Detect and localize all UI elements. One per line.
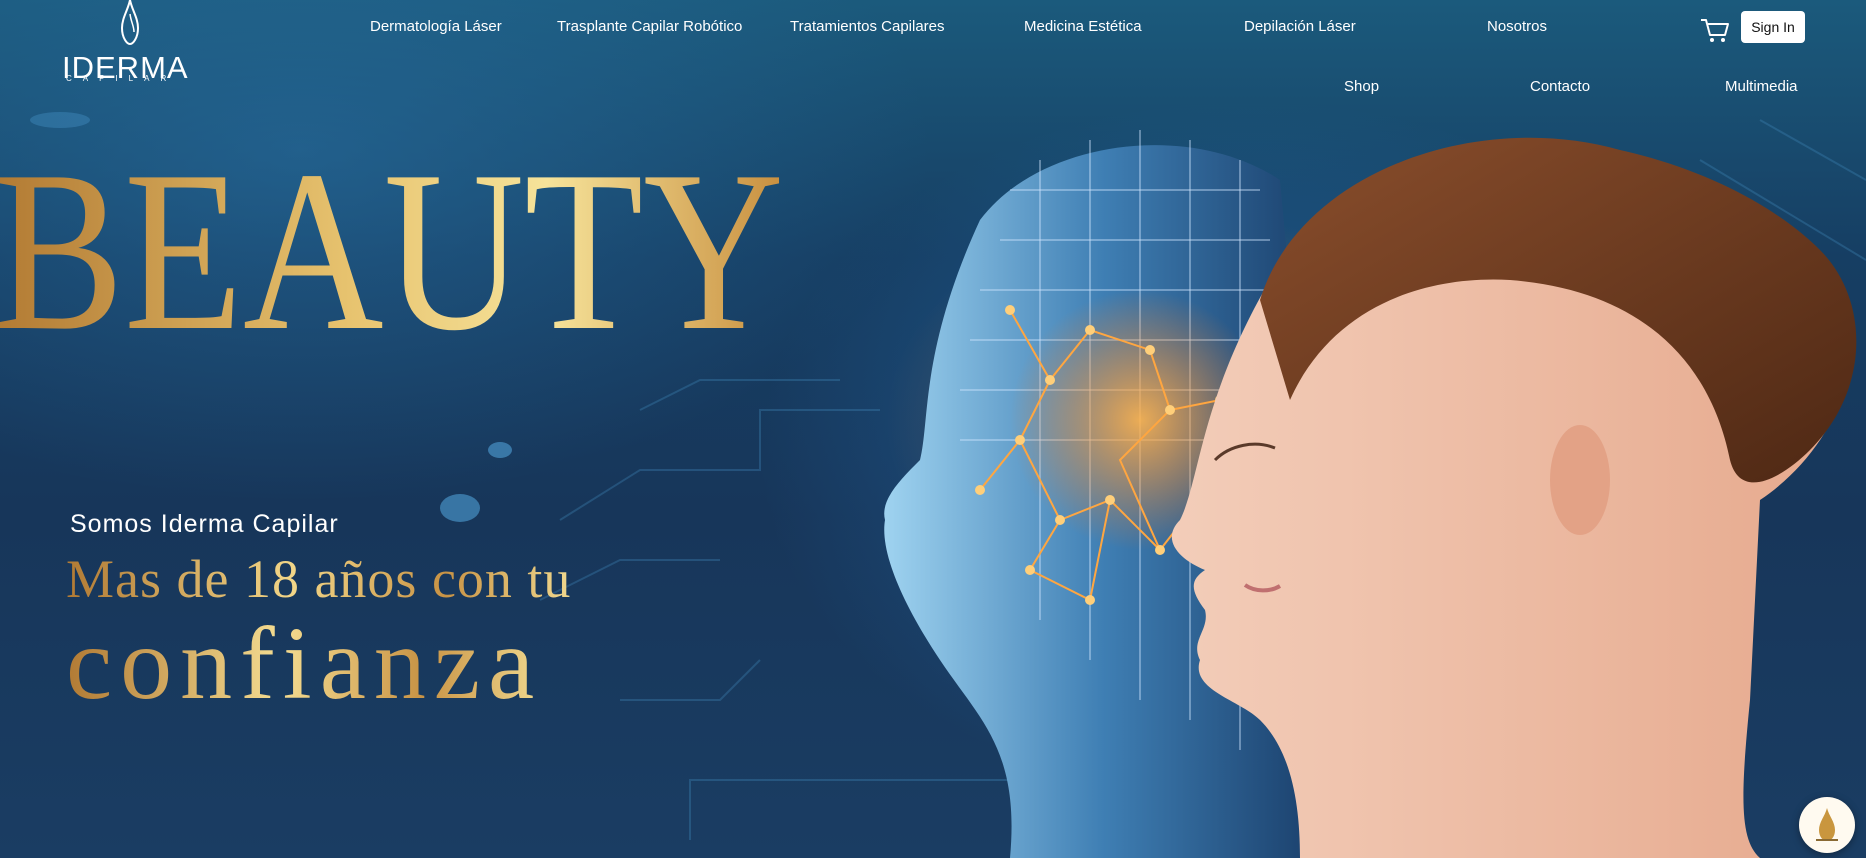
logo-sub: CAPILAR xyxy=(66,74,178,83)
hero-intro: Somos Iderma Capilar xyxy=(70,510,339,538)
nav-trasplante-capilar[interactable]: Trasplante Capilar Robótico xyxy=(557,18,742,35)
nav-tratamientos-capilares[interactable]: Tratamientos Capilares xyxy=(790,18,945,35)
nav-dermatologia-laser[interactable]: Dermatología Láser xyxy=(370,18,502,35)
sign-in-button[interactable]: Sign In xyxy=(1741,11,1805,43)
logo-drop-icon xyxy=(120,0,140,46)
nav-medicina-estetica[interactable]: Medicina Estética xyxy=(1024,18,1142,35)
nav-nosotros[interactable]: Nosotros xyxy=(1487,18,1547,35)
iderma-drop-icon xyxy=(1816,808,1838,841)
nav-multimedia[interactable]: Multimedia xyxy=(1725,78,1798,95)
nav-depilacion-laser[interactable]: Depilación Láser xyxy=(1244,18,1356,35)
hero-tagline-big: confianza xyxy=(66,606,543,721)
hero-tagline: Mas de 18 años con tu xyxy=(66,549,572,609)
beauty-headline: BEAUTY xyxy=(0,132,784,332)
nav-shop[interactable]: Shop xyxy=(1344,78,1379,95)
floating-chat-button[interactable] xyxy=(1799,797,1855,853)
logo[interactable]: IDERMA CAPILAR xyxy=(60,0,200,86)
hero-faces-illustration xyxy=(884,130,1857,858)
beauty-text: BEAUTY xyxy=(0,132,784,332)
cart-icon[interactable] xyxy=(1700,18,1730,44)
nav-contacto[interactable]: Contacto xyxy=(1530,78,1590,95)
hero-banner: BEAUTY Somos Iderma Capilar Mas de 18 añ… xyxy=(0,0,1866,858)
